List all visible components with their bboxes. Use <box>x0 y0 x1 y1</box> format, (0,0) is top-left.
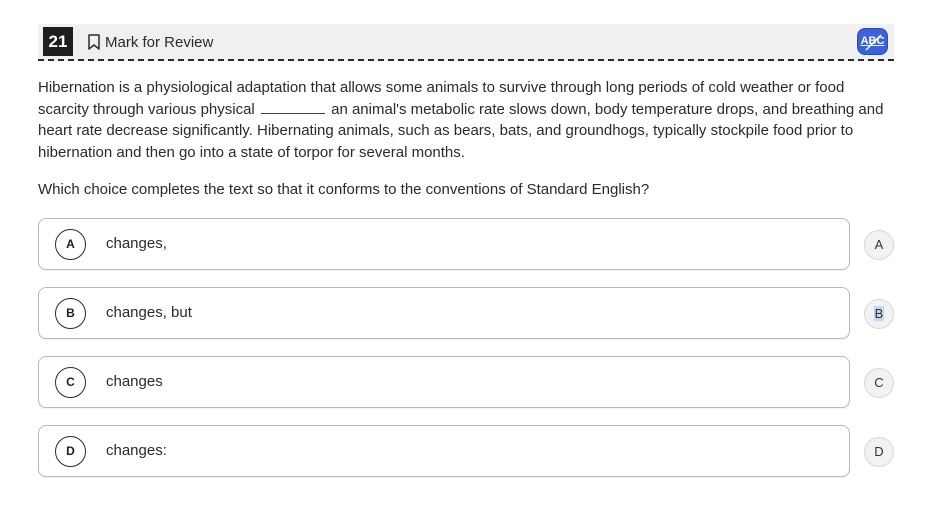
answer-eliminator-toggle[interactable]: ABC <box>857 28 888 55</box>
choice-text-a: changes, <box>106 235 167 252</box>
passage-blank <box>260 103 325 114</box>
bookmark-icon <box>88 34 100 50</box>
strikethrough-icon <box>865 34 882 51</box>
choice-text-c: changes <box>106 373 163 390</box>
eliminate-letter-b: B <box>873 306 885 321</box>
choice-letter-b: B <box>55 298 86 329</box>
choice-text-b: changes, but <box>106 304 192 321</box>
question-header: 21 Mark for Review ABC <box>38 24 894 61</box>
choice-letter-c: C <box>55 367 86 398</box>
eliminate-button-c[interactable]: C <box>864 368 894 398</box>
eliminate-button-a[interactable]: A <box>864 230 894 260</box>
eliminate-button-d[interactable]: D <box>864 437 894 467</box>
choice-c[interactable]: C changes <box>38 356 850 408</box>
choice-text-d: changes: <box>106 442 167 459</box>
eliminate-letter-d: D <box>874 444 884 459</box>
eliminate-letter-a: A <box>874 237 884 252</box>
choice-b[interactable]: B changes, but <box>38 287 850 339</box>
question-prompt: Which choice completes the text so that … <box>38 181 650 198</box>
choice-letter-a: A <box>55 229 86 260</box>
mark-for-review-button[interactable]: Mark for Review <box>88 33 213 51</box>
mark-for-review-label: Mark for Review <box>105 33 214 51</box>
question-number: 21 <box>43 27 73 56</box>
question-page: 21 Mark for Review ABC Hibernation is a … <box>0 0 938 523</box>
eliminate-button-b[interactable]: B <box>864 299 894 329</box>
choice-a[interactable]: A changes, <box>38 218 850 270</box>
choice-letter-d: D <box>55 436 86 467</box>
choice-d[interactable]: D changes: <box>38 425 850 477</box>
passage-text: Hibernation is a physiological adaptatio… <box>38 77 894 164</box>
eliminate-letter-c: C <box>874 375 884 390</box>
